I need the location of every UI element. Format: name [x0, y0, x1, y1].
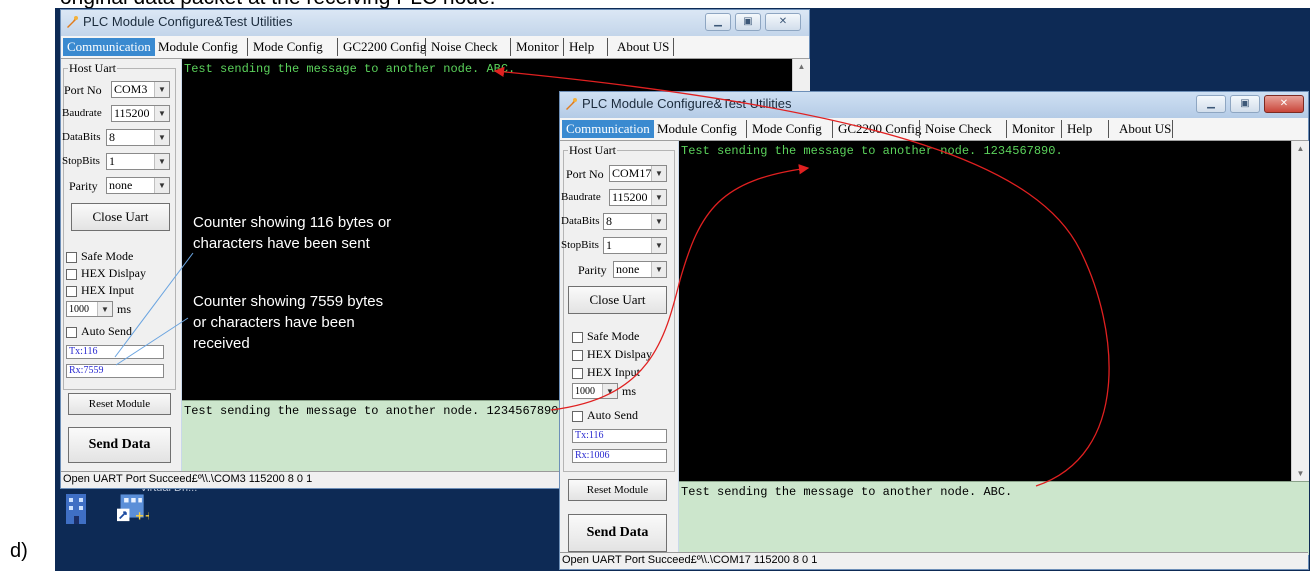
- tx-pointer-line: [114, 252, 194, 358]
- arrow-abc-message: [493, 66, 1110, 487]
- arrow-1234567890-message: [550, 164, 810, 411]
- annotation-arrows: [114, 66, 1110, 487]
